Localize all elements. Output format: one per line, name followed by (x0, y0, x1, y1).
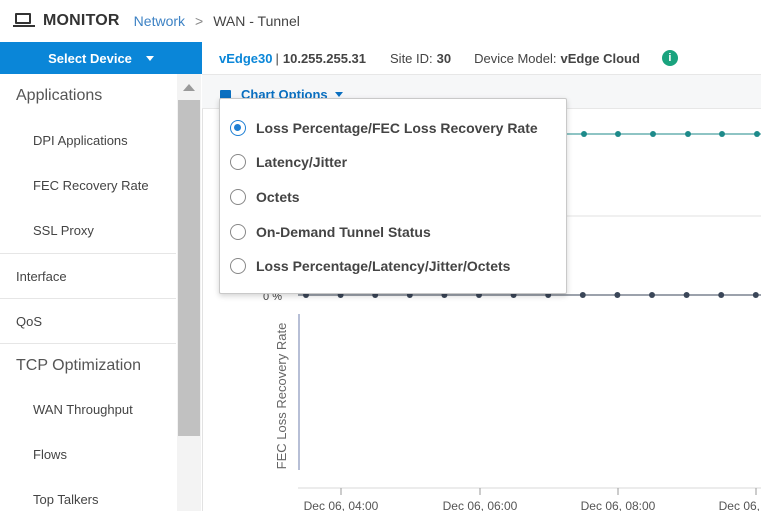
radio-unchecked-icon[interactable] (230, 258, 246, 274)
chart-option-octets[interactable]: Octets (230, 185, 300, 209)
sidebar-item-wan-throughput[interactable]: WAN Throughput (0, 387, 176, 432)
zero-series-point (579, 292, 586, 298)
zero-series-point (614, 292, 621, 298)
breadcrumb-current: WAN - Tunnel (213, 13, 300, 29)
chart-option-label: Loss Percentage/FEC Loss Recovery Rate (256, 120, 538, 136)
info-icon[interactable]: i (661, 50, 678, 66)
x-tick-label: Dec 06, 08:00 (581, 499, 656, 511)
top-series-point (719, 131, 725, 137)
zero-series-point (683, 292, 690, 298)
site-id-label: Site ID: (390, 50, 433, 66)
chart-option-label: Octets (256, 189, 300, 205)
sidebar-item-qos[interactable]: QoS (0, 298, 176, 343)
sidebar-item-dpi-applications[interactable]: DPI Applications (0, 118, 176, 163)
caret-down-icon (145, 55, 154, 61)
monitor-icon (13, 13, 35, 29)
sidebar-scrollbar[interactable] (177, 74, 201, 511)
sidebar-item-applications[interactable]: Applications (0, 74, 176, 118)
x-tick-label: Dec 06, 06:00 (443, 499, 518, 511)
section-title: MONITOR (43, 12, 120, 29)
sidebar-nav: Applications DPI Applications FEC Recove… (0, 74, 176, 511)
top-series-point (754, 131, 760, 137)
device-ip: 10.255.255.31 (282, 50, 367, 66)
radio-checked-icon[interactable] (230, 120, 246, 136)
scrollbar-thumb[interactable] (178, 100, 200, 436)
breadcrumb-separator: > (195, 13, 204, 29)
radio-unchecked-icon[interactable] (230, 189, 246, 205)
sidebar-item-interface[interactable]: Interface (0, 253, 176, 298)
radio-unchecked-icon[interactable] (230, 154, 246, 170)
sidebar-item-top-talkers[interactable]: Top Talkers (0, 477, 176, 511)
x-tick-label: Dec 06, 10:00 (719, 499, 761, 511)
zero-series-point (649, 292, 655, 298)
y-axis-label: FEC Loss Recovery Rate (274, 323, 289, 470)
zero-series-point (718, 292, 725, 298)
sidebar-item-tcp-optimization[interactable]: TCP Optimization (0, 343, 176, 387)
chart-option-label: Latency/Jitter (256, 154, 348, 170)
top-header: MONITOR Network > WAN - Tunnel (0, 0, 761, 43)
top-series-point (615, 131, 621, 137)
sidebar-item-flows[interactable]: Flows (0, 432, 176, 477)
scroll-up-arrow-icon[interactable] (183, 84, 195, 91)
select-device-label: Select Device (48, 50, 132, 66)
chart-option-loss-latency-jitter-octets[interactable]: Loss Percentage/Latency/Jitter/Octets (230, 254, 510, 278)
device-model-value: vEdge Cloud (560, 50, 640, 66)
top-series-point (650, 131, 656, 137)
site-id-value: 30 (436, 50, 452, 66)
top-series-point (685, 131, 691, 137)
device-info-bar: vEdge30 | 10.255.255.31 Site ID: 30 Devi… (202, 42, 761, 75)
chart-option-label: Loss Percentage/Latency/Jitter/Octets (256, 258, 511, 274)
chart-option-loss-fec[interactable]: Loss Percentage/FEC Loss Recovery Rate (230, 116, 538, 140)
device-name-link[interactable]: vEdge30 (219, 51, 272, 66)
chart-option-latency-jitter[interactable]: Latency/Jitter (230, 150, 347, 174)
top-series-point (581, 131, 587, 137)
caret-down-icon (334, 92, 343, 97)
radio-unchecked-icon[interactable] (230, 224, 246, 240)
breadcrumb-network-link[interactable]: Network (134, 13, 185, 29)
select-device-dropdown[interactable]: Select Device (0, 42, 202, 74)
chart-option-label: On-Demand Tunnel Status (256, 224, 431, 240)
sidebar-item-fec-recovery-rate[interactable]: FEC Recovery Rate (0, 163, 176, 208)
chart-option-on-demand-tunnel-status[interactable]: On-Demand Tunnel Status (230, 220, 431, 244)
sidebar-item-ssl-proxy[interactable]: SSL Proxy (0, 208, 176, 253)
sidebar: Select Device Applications DPI Applicati… (0, 42, 203, 511)
zero-series-point (752, 292, 759, 298)
device-model-label: Device Model: (474, 50, 557, 66)
device-separator: | (275, 50, 279, 66)
x-tick-label: Dec 06, 04:00 (304, 499, 379, 511)
chart-options-menu: Loss Percentage/FEC Loss Recovery Rate L… (219, 98, 567, 294)
